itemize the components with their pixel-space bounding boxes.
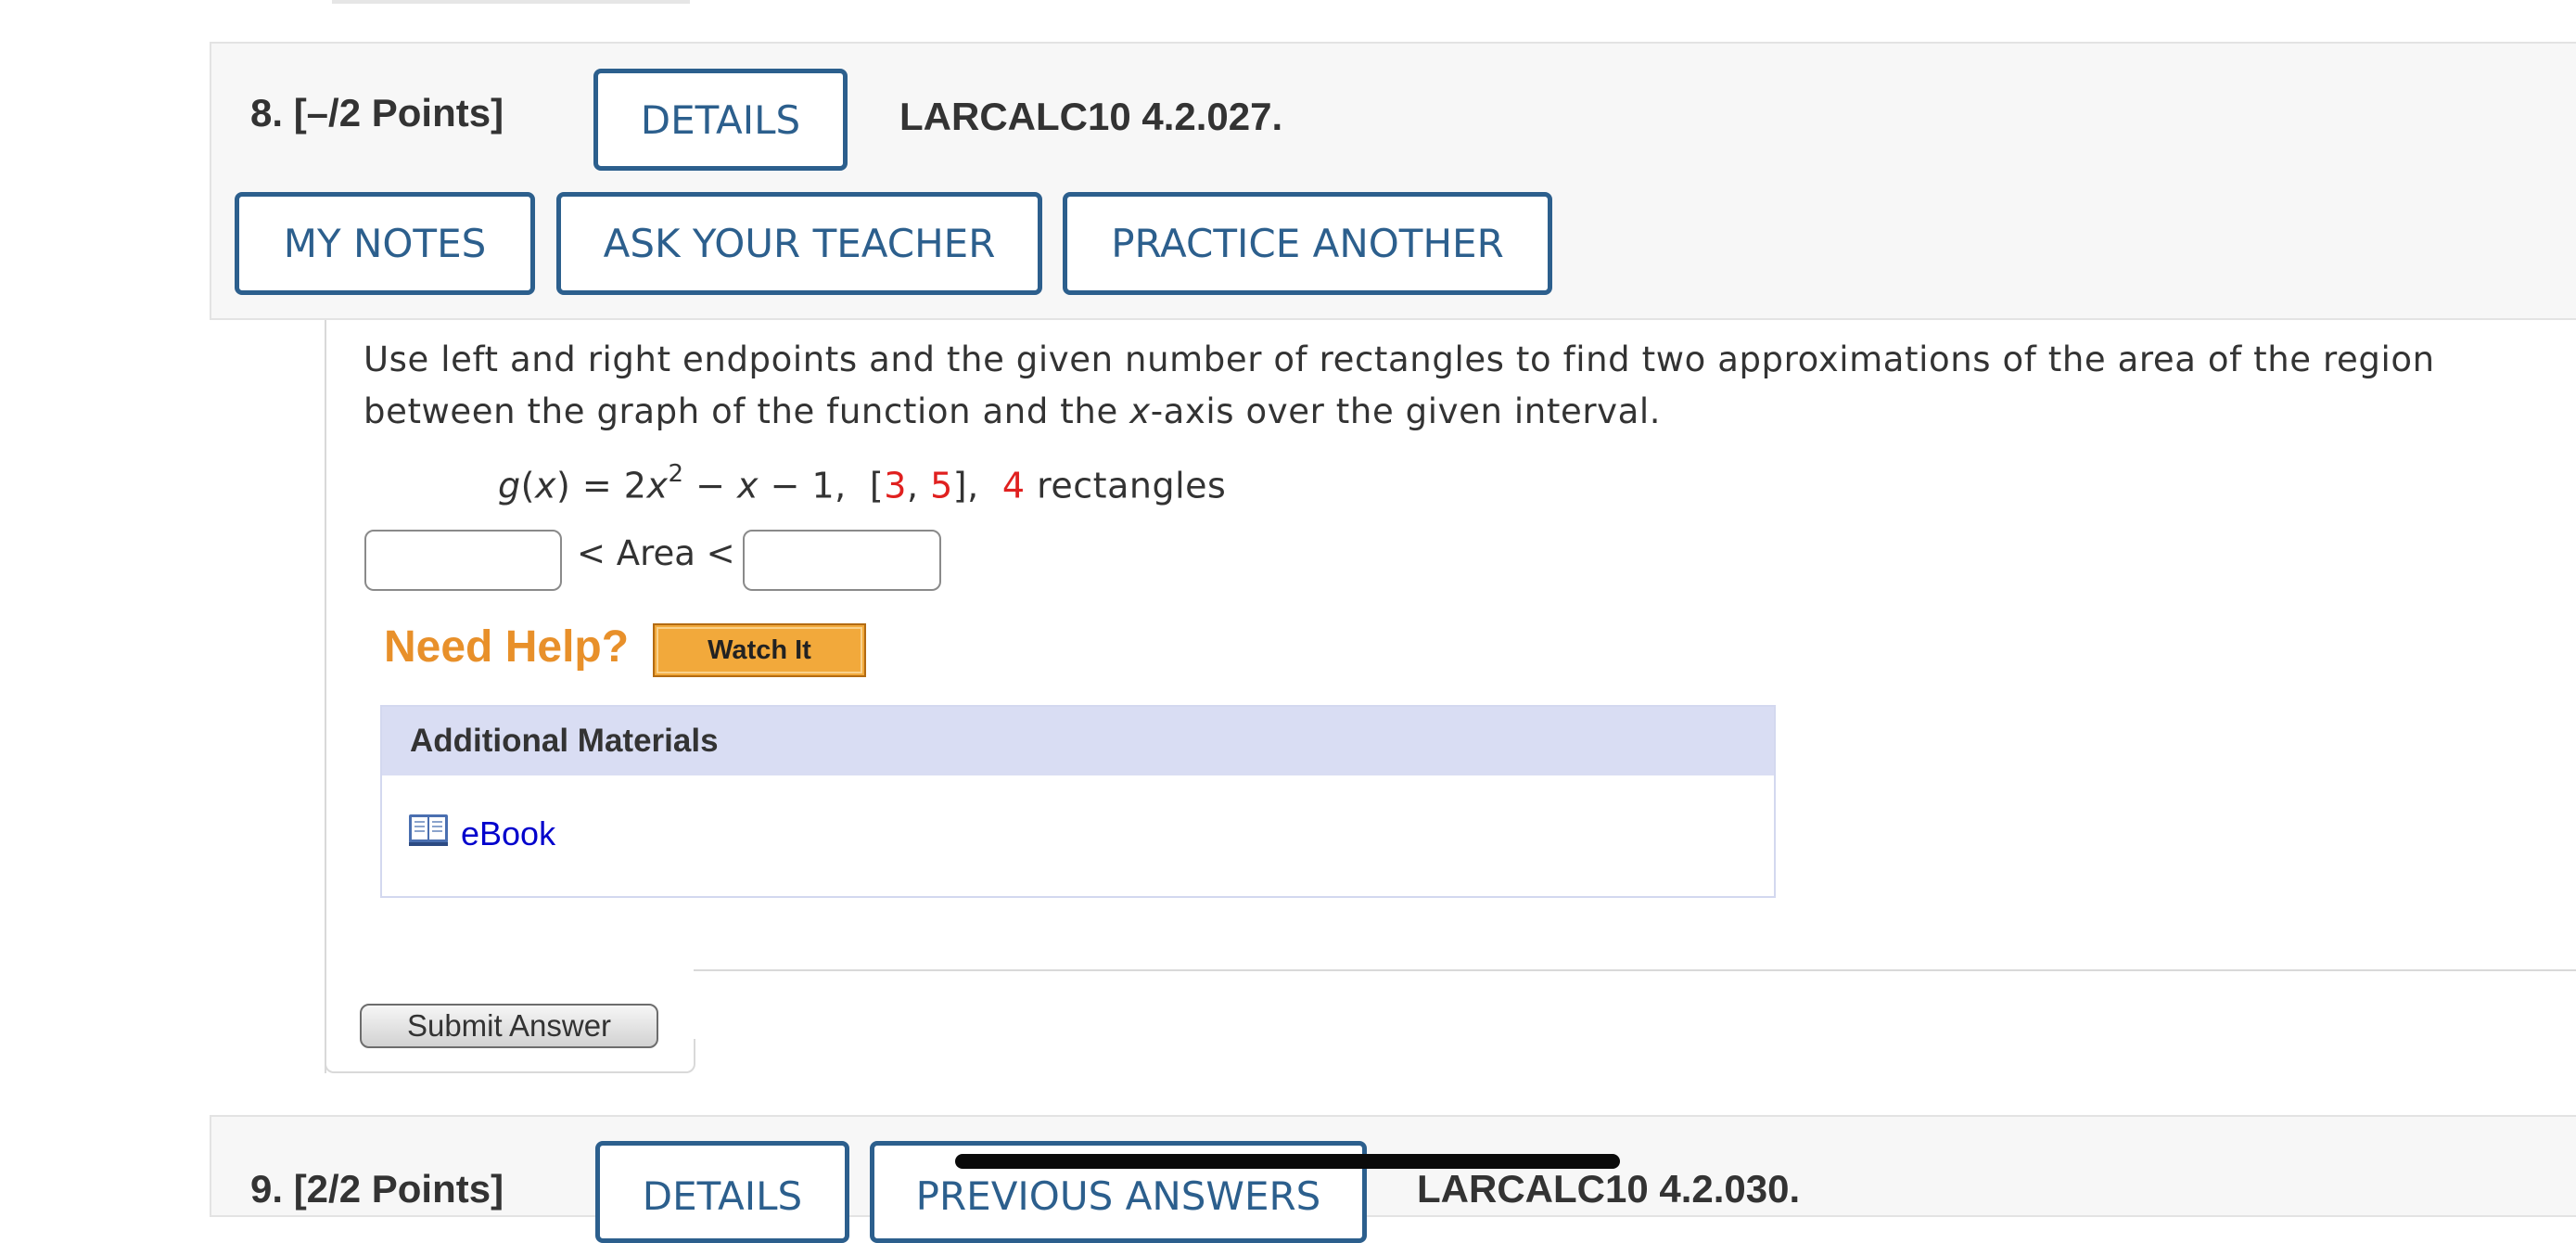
interval-close: ], — [952, 465, 1002, 506]
formula-constant: − 1, [ — [759, 465, 885, 506]
details-button[interactable]: DETAILS — [593, 69, 848, 171]
prompt-text-end: -axis over the given interval. — [1150, 391, 1662, 431]
home-indicator-bar — [955, 1154, 1620, 1169]
prompt-variable: x — [1129, 391, 1151, 431]
formula-minus: − — [683, 465, 737, 506]
lower-bound-input[interactable] — [364, 530, 562, 591]
question-8-number-points: 8. [–/2 Points] — [250, 91, 504, 135]
interval-end: 5 — [930, 465, 953, 506]
function-name: g — [498, 465, 521, 506]
upper-bound-input[interactable] — [743, 530, 941, 591]
need-help-label: Need Help? — [384, 622, 630, 672]
area-inequality-label: < Area < — [577, 533, 735, 573]
formula-coefficient: ) = 2 — [555, 465, 647, 506]
previous-question-edge — [332, 0, 690, 4]
question-9-details-button[interactable]: DETAILS — [595, 1141, 849, 1243]
book-icon — [409, 814, 448, 846]
submit-answer-button[interactable]: Submit Answer — [360, 1004, 658, 1048]
rectangle-count: 4 — [1001, 465, 1026, 506]
ebook-link[interactable]: eBook — [461, 814, 555, 853]
interval-start: 3 — [884, 465, 907, 506]
ask-your-teacher-button[interactable]: ASK YOUR TEACHER — [556, 192, 1042, 295]
question-body-divider — [694, 969, 2576, 971]
additional-materials-header: Additional Materials — [382, 707, 1774, 775]
formula-paren: ( — [520, 465, 535, 506]
question-9-number-points: 9. [2/2 Points] — [250, 1167, 504, 1211]
question-prompt: Use left and right endpoints and the giv… — [363, 334, 2576, 438]
function-formula: g(x) = 2x2 − x − 1, [3, 5], 4 rectangles — [498, 460, 1227, 506]
watch-it-button[interactable]: Watch It — [653, 623, 866, 677]
question-8-reference: LARCALC10 4.2.027. — [899, 95, 1283, 138]
question-body-border — [325, 320, 326, 1073]
formula-variable-squared: x — [646, 465, 669, 506]
formula-exponent: 2 — [668, 460, 684, 488]
interval-comma: , — [906, 465, 931, 506]
question-9-reference: LARCALC10 4.2.030. — [1417, 1167, 1801, 1211]
practice-another-button[interactable]: PRACTICE ANOTHER — [1063, 192, 1552, 295]
formula-variable: x — [534, 465, 556, 506]
my-notes-button[interactable]: MY NOTES — [235, 192, 535, 295]
formula-variable-linear: x — [737, 465, 759, 506]
rectangle-label: rectangles — [1025, 465, 1227, 506]
